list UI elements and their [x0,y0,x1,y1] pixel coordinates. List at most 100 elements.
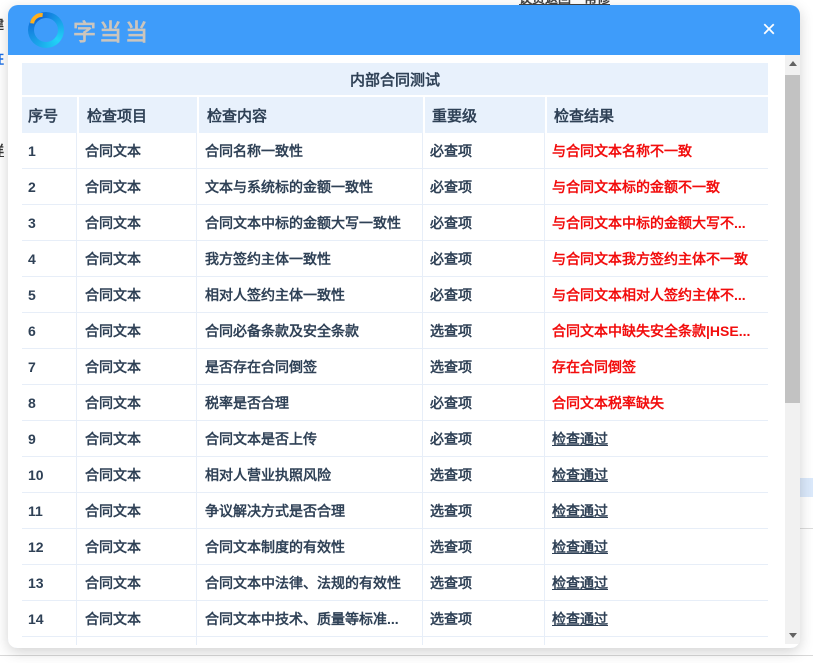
cell-result: 合同文本税率缺失 [545,385,768,420]
cell-content: 是否存在合同倒签 [197,349,423,384]
clipped-left-link-4: 8 [0,598,5,614]
cell-item: 合同文本 [77,169,197,204]
cell-result: 与合同文本中标的金额大写不... [545,205,768,240]
cell-level: 选查项 [423,529,545,564]
cell-item: 合同文本 [77,205,197,240]
cell-no: 3 [22,205,77,240]
cell-no: 14 [22,601,77,636]
table-row: 14合同文本合同文本中技术、质量等标准...选查项检查通过 [22,601,768,637]
header-result: 检查结果 [545,97,768,133]
cell-level: 选查项 [423,601,545,636]
clipped-left-link-1: 建 [0,14,7,30]
page-bottom-divider [0,655,813,656]
cell-content: 合同文本中标的金额大写一致性 [197,205,423,240]
clipped-right-divider [800,528,813,529]
cell-content: 文本与系统标的金额一致性 [197,169,423,204]
cell-result[interactable]: 检查通过 [545,493,768,528]
cell-result[interactable]: 检查通过 [545,529,768,564]
cell-result: 合同文本中缺失安全条款|HSE... [545,313,768,348]
cell-no: 2 [22,169,77,204]
page-background: 议资返回—帮修 建 证 详 8 字当当 × 内部合同测试 序号 检查项目 [0,0,813,663]
cell-level: 必查项 [423,241,545,276]
cell-result[interactable]: 检查通过 [545,601,768,636]
cell-content: 争议解决方式是否合理 [197,493,423,528]
logo-text: 字当当 [73,13,151,47]
table-row: 11合同文本争议解决方式是否合理选查项检查通过 [22,493,768,529]
table-title: 内部合同测试 [22,63,768,95]
cell-result[interactable]: 检查通过 [545,421,768,456]
scroll-down-button[interactable] [785,627,800,644]
cell-item: 合同文本 [77,493,197,528]
cell-content: 我方签约主体一致性 [197,241,423,276]
scrollbar-thumb[interactable] [785,75,800,403]
cell-level: 必查项 [423,421,545,456]
cell-level: 选查项 [423,313,545,348]
logo-icon [28,12,64,48]
cell-no: 4 [22,241,77,276]
cell-content: 相对人签约主体一致性 [197,277,423,312]
table-row: 1合同文本合同名称一致性必查项与合同文本名称不一致 [22,133,768,169]
close-icon[interactable]: × [756,16,782,44]
table-row: 5合同文本相对人签约主体一致性必查项与合同文本相对人签约主体不... [22,277,768,313]
cell-content: 相对人营业执照风险 [197,457,423,492]
header-level: 重要级 [423,97,545,133]
cell-content: 税率是否合理 [197,385,423,420]
cell-result[interactable]: 检查通过 [545,457,768,492]
cell-result: 与合同文本标的金额不一致 [545,169,768,204]
cell-no: 11 [22,493,77,528]
cell-content: 合同文本中技术、质量等标准... [197,601,423,636]
cell-level: 选查项 [423,493,545,528]
cell-item: 合同文本 [77,349,197,384]
cell-item: 合同文本 [77,565,197,600]
cell-no: 8 [22,385,77,420]
cell-item: 合同文本 [77,277,197,312]
cell-content: 合同文本中法律、法规的有效性 [197,565,423,600]
header-item: 检查项目 [77,97,197,133]
cell-result: 存在合同倒签 [545,349,768,384]
table-row: 3合同文本合同文本中标的金额大写一致性必查项与合同文本中标的金额大写不... [22,205,768,241]
cell-result: 与合同文本名称不一致 [545,133,768,168]
scroll-up-button[interactable] [785,55,800,72]
cell-level: 必查项 [423,169,545,204]
header-content: 检查内容 [197,97,423,133]
cell-no: 9 [22,421,77,456]
table-row: 10合同文本相对人营业执照风险选查项检查通过 [22,457,768,493]
cell-item: 合同文本 [77,421,197,456]
cell-no: 13 [22,565,77,600]
header-no: 序号 [22,97,77,133]
cell-item: 合同文本 [77,133,197,168]
cell-level: 选查项 [423,565,545,600]
app-logo: 字当当 [28,12,151,48]
cell-item: 合同文本 [77,313,197,348]
cell-no: 10 [22,457,77,492]
dialog-body: 内部合同测试 序号 检查项目 检查内容 重要级 检查结果 1合同文本合同名称一致… [8,55,800,648]
partial-next-row [22,637,768,645]
table-row: 2合同文本文本与系统标的金额一致性必查项与合同文本标的金额不一致 [22,169,768,205]
cell-item: 合同文本 [77,601,197,636]
cell-no: 12 [22,529,77,564]
cell-level: 选查项 [423,349,545,384]
clipped-right-box [800,478,813,497]
cell-item: 合同文本 [77,385,197,420]
cell-level: 必查项 [423,385,545,420]
table-scrollbar[interactable] [785,55,800,644]
cell-level: 必查项 [423,133,545,168]
cell-item: 合同文本 [77,241,197,276]
cell-result: 与合同文本我方签约主体不一致 [545,241,768,276]
cell-item: 合同文本 [77,529,197,564]
cell-result[interactable]: 检查通过 [545,565,768,600]
cell-content: 合同名称一致性 [197,133,423,168]
dialog-header: 字当当 × [8,5,800,55]
cell-level: 必查项 [423,205,545,240]
cell-content: 合同文本是否上传 [197,421,423,456]
contract-check-dialog: 字当当 × 内部合同测试 序号 检查项目 检查内容 重要级 检查结果 1合同文本… [8,5,800,648]
table-row: 4合同文本我方签约主体一致性必查项与合同文本我方签约主体不一致 [22,241,768,277]
table-row: 12合同文本合同文本制度的有效性选查项检查通过 [22,529,768,565]
cell-no: 5 [22,277,77,312]
clipped-left-link-3: 详 [0,140,7,158]
cell-content: 合同必备条款及安全条款 [197,313,423,348]
arrow-up-icon [789,61,797,66]
cell-result: 与合同文本相对人签约主体不... [545,277,768,312]
cell-no: 7 [22,349,77,384]
table-row: 8合同文本税率是否合理必查项合同文本税率缺失 [22,385,768,421]
